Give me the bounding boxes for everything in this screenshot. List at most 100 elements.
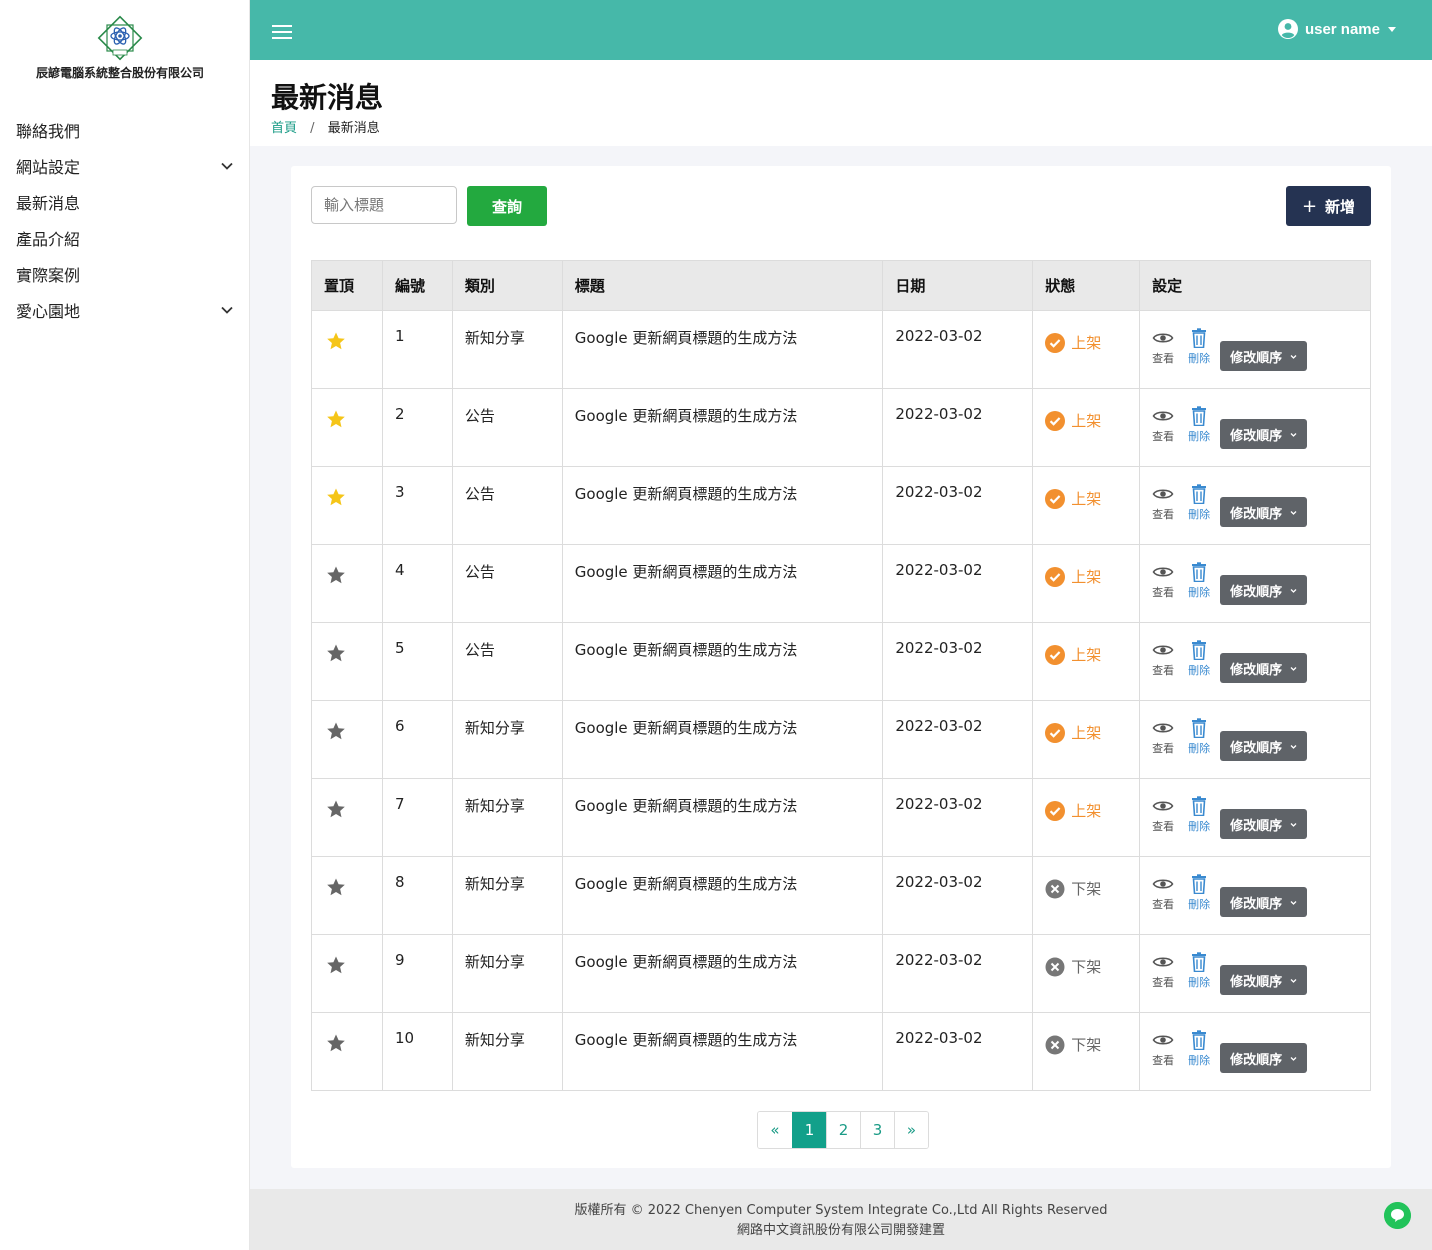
brand[interactable]: 辰諺電腦系統整合股份有限公司 [0, 0, 250, 110]
pinned-star-icon[interactable] [326, 487, 346, 507]
status-badge[interactable]: 上架 [1045, 332, 1127, 353]
sidebar-item-news[interactable]: 最新消息 [0, 184, 250, 220]
view-button[interactable]: 查看 [1152, 406, 1174, 444]
line-chat-icon[interactable] [1384, 1202, 1411, 1229]
column-header-title[interactable]: 標題 [561, 260, 884, 311]
delete-button[interactable]: 刪除 [1188, 874, 1210, 912]
delete-button[interactable]: 刪除 [1188, 328, 1210, 366]
status-cell: 上架 [1032, 544, 1141, 623]
delete-label: 刪除 [1188, 352, 1211, 365]
unpinned-star-icon[interactable] [326, 643, 346, 663]
delete-button[interactable]: 刪除 [1188, 640, 1210, 678]
view-button[interactable]: 查看 [1152, 562, 1174, 600]
search-button[interactable]: 查詢 [467, 186, 547, 226]
chevron-down-icon [1290, 666, 1297, 671]
delete-button[interactable]: 刪除 [1188, 484, 1210, 522]
delete-button[interactable]: 刪除 [1188, 796, 1210, 834]
id-cell: 4 [381, 544, 453, 623]
delete-button[interactable]: 刪除 [1188, 1030, 1210, 1068]
view-button[interactable]: 查看 [1152, 796, 1174, 834]
column-header-settings[interactable]: 設定 [1139, 260, 1371, 311]
menu-toggle-icon[interactable] [272, 25, 292, 39]
reorder-dropdown-button[interactable]: 修改順序 [1220, 497, 1308, 527]
reorder-dropdown-button[interactable]: 修改順序 [1220, 575, 1308, 605]
status-badge[interactable]: 上架 [1045, 722, 1127, 743]
column-header-category[interactable]: 類別 [451, 260, 563, 311]
view-button[interactable]: 查看 [1152, 484, 1174, 522]
status-badge[interactable]: 下架 [1045, 956, 1127, 977]
column-header-id[interactable]: 編號 [381, 260, 453, 311]
user-menu[interactable]: user name [1277, 19, 1396, 39]
date-cell: 2022-03-02 [882, 310, 1034, 389]
unpinned-star-icon[interactable] [326, 877, 346, 897]
reorder-dropdown-button[interactable]: 修改順序 [1220, 419, 1308, 449]
title-cell: Google 更新網頁標題的生成方法 [561, 856, 884, 935]
view-label: 查看 [1152, 352, 1175, 365]
company-name: 辰諺電腦系統整合股份有限公司 [35, 66, 204, 80]
view-button[interactable]: 查看 [1152, 640, 1174, 678]
reorder-dropdown-button[interactable]: 修改順序 [1220, 731, 1308, 761]
delete-button[interactable]: 刪除 [1188, 718, 1210, 756]
table-row: 4 公告 Google 更新網頁標題的生成方法 2022-03-02 上架 查看… [311, 544, 1371, 623]
status-cell: 下架 [1032, 1012, 1141, 1091]
status-badge[interactable]: 上架 [1045, 488, 1127, 509]
delete-button[interactable]: 刪除 [1188, 406, 1210, 444]
status-badge[interactable]: 上架 [1045, 644, 1127, 665]
table-row: 8 新知分享 Google 更新網頁標題的生成方法 2022-03-02 下架 … [311, 856, 1371, 935]
content-card: 查詢 + 新增 置頂 編號 類別 標題 日期 狀態 設定 1 新知分享 Goog… [291, 166, 1391, 1168]
column-header-status[interactable]: 狀態 [1032, 260, 1141, 311]
status-badge[interactable]: 下架 [1045, 878, 1127, 899]
sidebar-item-products[interactable]: 產品介紹 [0, 220, 250, 256]
view-button[interactable]: 查看 [1152, 328, 1174, 366]
unpinned-star-icon[interactable] [326, 565, 346, 585]
chevron-down-icon [1290, 822, 1297, 827]
reorder-dropdown-button[interactable]: 修改順序 [1220, 965, 1308, 995]
unpinned-star-icon[interactable] [326, 1033, 346, 1053]
sidebar-item-contact[interactable]: 聯絡我們 [0, 112, 250, 148]
date-cell: 2022-03-02 [882, 856, 1034, 935]
table-header-row: 置頂 編號 類別 標題 日期 狀態 設定 [311, 260, 1371, 311]
pinned-star-icon[interactable] [326, 409, 346, 429]
status-badge[interactable]: 上架 [1045, 410, 1127, 431]
status-badge[interactable]: 下架 [1045, 1034, 1127, 1055]
reorder-dropdown-button[interactable]: 修改順序 [1220, 809, 1308, 839]
trash-icon [1192, 796, 1207, 816]
view-button[interactable]: 查看 [1152, 1030, 1174, 1068]
column-header-date[interactable]: 日期 [882, 260, 1034, 311]
status-cell: 上架 [1032, 778, 1141, 857]
row-actions: 查看 刪除 修改順序 [1152, 874, 1358, 917]
sidebar-item-charity[interactable]: 愛心園地 [0, 292, 250, 328]
pagination-page-2[interactable]: 2 [826, 1112, 860, 1148]
view-button[interactable]: 查看 [1152, 952, 1174, 990]
unpinned-star-icon[interactable] [326, 799, 346, 819]
sidebar-item-cases[interactable]: 實際案例 [0, 256, 250, 292]
reorder-dropdown-button[interactable]: 修改順序 [1220, 341, 1308, 371]
view-button[interactable]: 查看 [1152, 874, 1174, 912]
unpinned-star-icon[interactable] [326, 955, 346, 975]
add-button[interactable]: + 新增 [1286, 186, 1371, 226]
reorder-dropdown-button[interactable]: 修改順序 [1220, 653, 1308, 683]
delete-button[interactable]: 刪除 [1188, 562, 1210, 600]
status-badge[interactable]: 上架 [1045, 566, 1127, 587]
pagination-page-1[interactable]: 1 [792, 1112, 826, 1148]
reorder-dropdown-button[interactable]: 修改順序 [1220, 1043, 1308, 1073]
view-button[interactable]: 查看 [1152, 718, 1174, 756]
chevron-down-icon [1290, 978, 1297, 983]
pinned-star-icon[interactable] [326, 331, 346, 351]
pagination-next[interactable]: » [894, 1112, 928, 1148]
search-input[interactable] [311, 186, 457, 224]
sidebar-item-site-settings[interactable]: 網站設定 [0, 148, 250, 184]
reorder-label: 修改順序 [1230, 506, 1283, 522]
pinned-cell [311, 310, 383, 389]
row-actions: 查看 刪除 修改順序 [1152, 484, 1358, 527]
company-logo [97, 15, 143, 61]
delete-button[interactable]: 刪除 [1188, 952, 1210, 990]
title-cell: Google 更新網頁標題的生成方法 [561, 700, 884, 779]
column-header-pinned[interactable]: 置頂 [311, 260, 383, 311]
breadcrumb-home[interactable]: 首頁 [271, 121, 297, 136]
unpinned-star-icon[interactable] [326, 721, 346, 741]
reorder-dropdown-button[interactable]: 修改順序 [1220, 887, 1308, 917]
status-badge[interactable]: 上架 [1045, 800, 1127, 821]
pagination-prev[interactable]: « [758, 1112, 792, 1148]
pagination-page-3[interactable]: 3 [860, 1112, 894, 1148]
